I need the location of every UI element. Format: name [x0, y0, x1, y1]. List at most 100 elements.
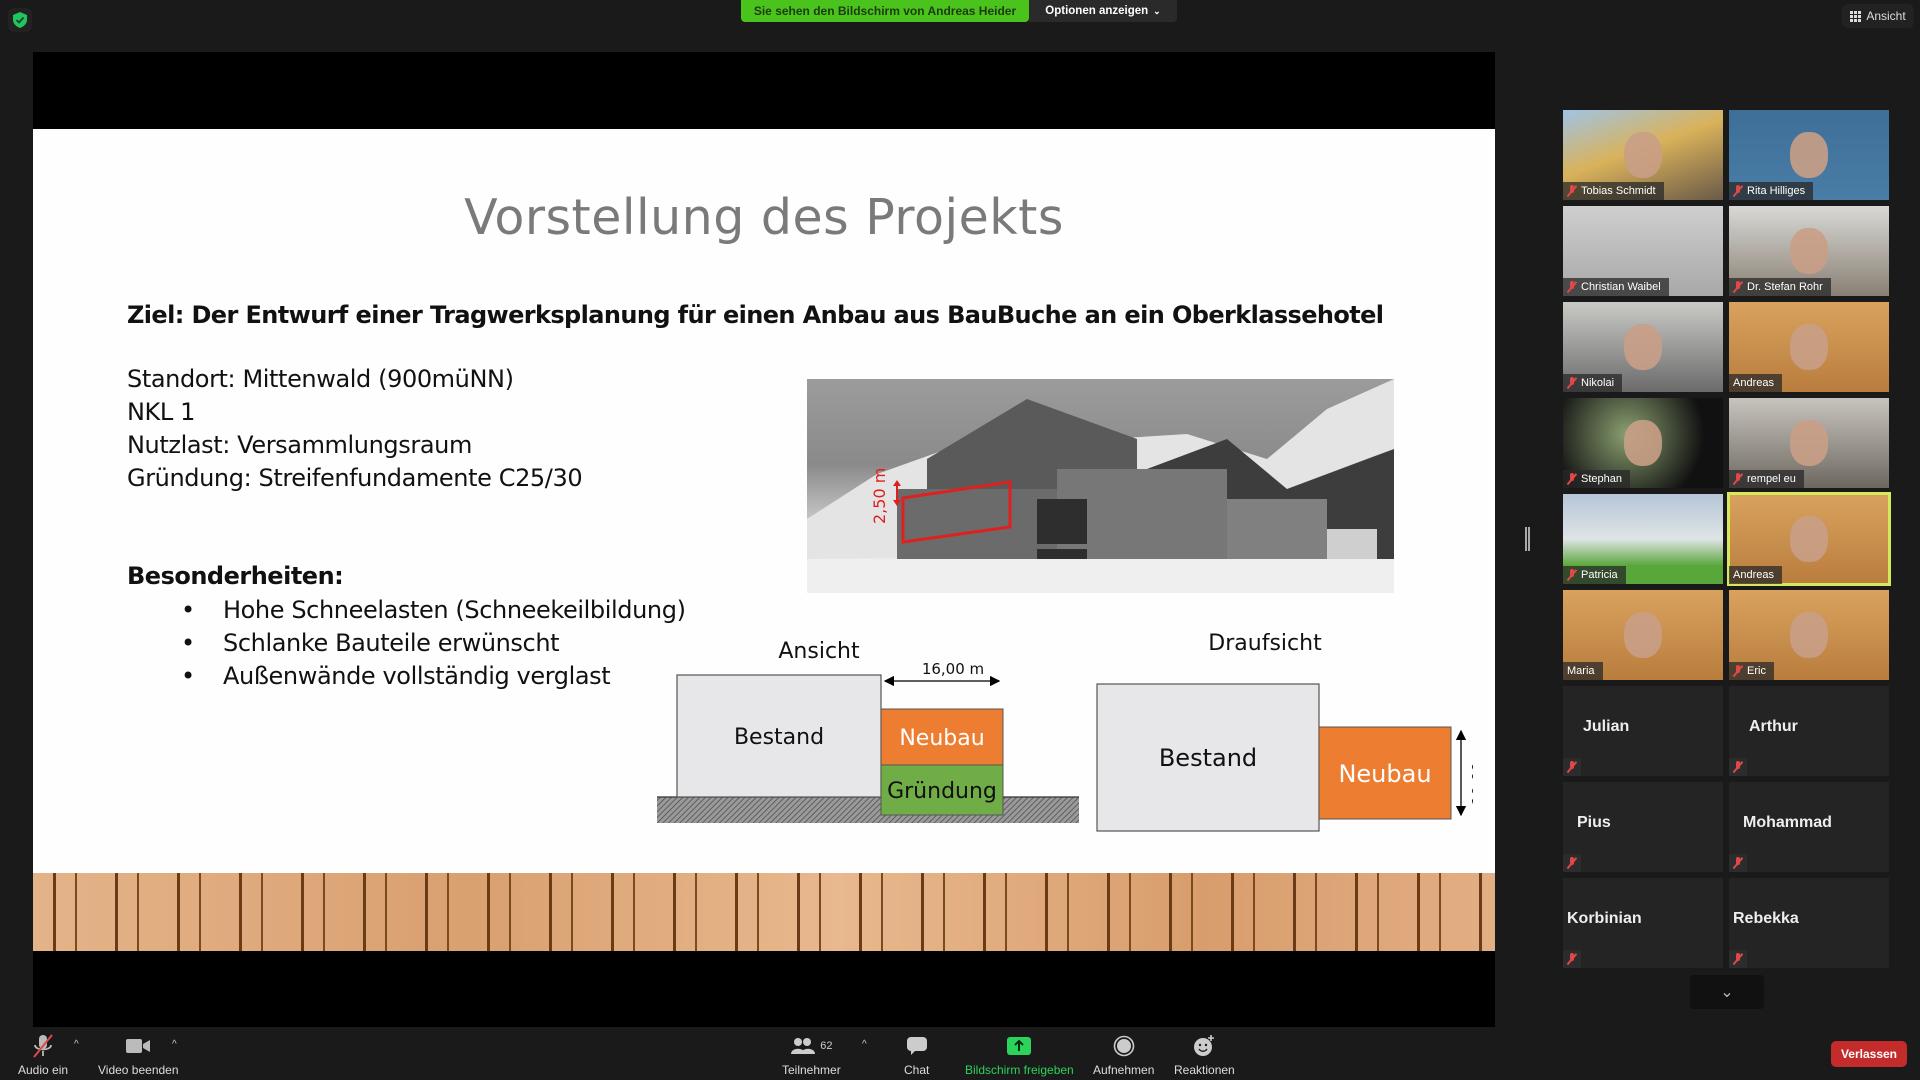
- participant-video: [1790, 132, 1828, 178]
- view-label: Ansicht: [1866, 9, 1906, 23]
- participant-tile[interactable]: Mohammad: [1729, 782, 1889, 872]
- participant-name: Julian: [1583, 718, 1630, 735]
- participants-button[interactable]: 62 Teilnehmer: [782, 1033, 841, 1077]
- participant-name-label: Patricia: [1563, 566, 1626, 584]
- participant-tile[interactable]: Christian Waibel: [1563, 206, 1723, 296]
- audio-button[interactable]: Audio ein: [18, 1033, 68, 1077]
- participant-tile[interactable]: Maria: [1563, 590, 1723, 680]
- slide-goal: Ziel: Der Entwurf einer Tragwerksplanung…: [127, 301, 1384, 329]
- microphone-muted-icon: [30, 1033, 56, 1059]
- participant-tile[interactable]: Julian: [1563, 686, 1723, 776]
- microphone-muted-icon: [1567, 377, 1577, 389]
- participants-label: Teilnehmer: [782, 1063, 841, 1077]
- participant-name: Tobias Schmidt: [1581, 185, 1656, 197]
- participant-name-label: Stephan: [1563, 470, 1630, 488]
- participant-tile[interactable]: Patricia: [1563, 494, 1723, 584]
- participant-tile[interactable]: Eric: [1729, 590, 1889, 680]
- chevron-down-icon: ⌄: [1153, 5, 1161, 16]
- participant-name-label: Tobias Schmidt: [1563, 182, 1664, 200]
- participant-tile[interactable]: Rebekka: [1729, 878, 1889, 968]
- participant-name: Dr. Stefan Rohr: [1747, 281, 1823, 293]
- participant-name: Andreas: [1733, 377, 1774, 389]
- bullet-item: Hohe Schneelasten (Schneekeilbildung): [181, 594, 686, 627]
- panel-resize-handle[interactable]: [1525, 527, 1530, 551]
- record-icon: [1113, 1033, 1135, 1059]
- security-shield-icon[interactable]: [8, 8, 32, 32]
- participant-name: Rebekka: [1733, 910, 1799, 927]
- participant-name: Eric: [1747, 665, 1766, 677]
- participant-tile[interactable]: Rita Hilliges: [1729, 110, 1889, 200]
- participant-name: rempel eu: [1747, 473, 1796, 485]
- microphone-muted-icon: [1733, 281, 1743, 293]
- audio-options-caret[interactable]: ^: [74, 1039, 79, 1050]
- fact-foundation: Gründung: Streifenfundamente C25/30: [127, 464, 583, 492]
- participant-video: [1790, 324, 1828, 370]
- record-label: Aufnehmen: [1093, 1063, 1155, 1077]
- participant-name: Nikolai: [1581, 377, 1615, 389]
- view-options-button[interactable]: Optionen anzeigen ⌄: [1029, 0, 1177, 22]
- view-options-label: Optionen anzeigen: [1045, 5, 1149, 17]
- video-label: Video beenden: [98, 1063, 179, 1077]
- participant-name-label: rempel eu: [1729, 470, 1804, 488]
- video-camera-icon: [125, 1033, 151, 1059]
- view-button[interactable]: Ansicht: [1842, 4, 1914, 28]
- participant-tile[interactable]: Nikolai: [1563, 302, 1723, 392]
- participant-tile[interactable]: Korbinian: [1563, 878, 1723, 968]
- share-screen-button[interactable]: Bildschirm freigeben: [965, 1033, 1074, 1077]
- participant-tile[interactable]: Dr. Stefan Rohr: [1729, 206, 1889, 296]
- participant-name-label: Christian Waibel: [1563, 278, 1669, 296]
- participant-name: Pius: [1577, 814, 1611, 831]
- grid-icon: [1850, 10, 1862, 22]
- participant-tile[interactable]: Andreas: [1729, 302, 1889, 392]
- participant-tile[interactable]: rempel eu: [1729, 398, 1889, 488]
- microphone-muted-icon: [1729, 854, 1747, 872]
- participants-options-caret[interactable]: ^: [862, 1039, 867, 1050]
- participant-name: Stephan: [1581, 473, 1622, 485]
- screen-share-banner: Sie sehen den Bildschirm von Andreas Hei…: [741, 0, 1029, 22]
- participant-video: [1790, 516, 1828, 562]
- microphone-muted-icon: [1567, 473, 1577, 485]
- video-options-caret[interactable]: ^: [172, 1039, 177, 1050]
- participant-tile[interactable]: Arthur: [1729, 686, 1889, 776]
- participant-name: Korbinian: [1567, 910, 1642, 927]
- participant-tile[interactable]: Tobias Schmidt: [1563, 110, 1723, 200]
- participant-name-label: Nikolai: [1563, 374, 1623, 392]
- project-facts: Standort: Mittenwald (900müNN) NKL 1 Nut…: [127, 363, 583, 495]
- microphone-muted-icon: [1733, 665, 1743, 677]
- wood-texture-footer: [33, 873, 1495, 951]
- presentation-slide: Vorstellung des Projekts Ziel: Der Entwu…: [33, 129, 1495, 951]
- share-screen-label: Bildschirm freigeben: [965, 1063, 1074, 1077]
- plan-existing-label: Bestand: [1159, 744, 1257, 772]
- participant-tile[interactable]: Pius: [1563, 782, 1723, 872]
- participant-video: [1624, 612, 1662, 658]
- chat-button[interactable]: Chat: [904, 1033, 929, 1077]
- hotel-photo: 2,50 m: [807, 379, 1394, 593]
- participant-name-label: Andreas: [1729, 374, 1782, 392]
- slide-title: Vorstellung des Projekts: [464, 189, 1064, 246]
- participant-tile[interactable]: Andreas: [1727, 492, 1891, 586]
- gallery-scroll-down-button[interactable]: ⌄: [1690, 975, 1764, 1009]
- bullet-item: Schlanke Bauteile erwünscht: [181, 627, 686, 660]
- chevron-down-icon: ⌄: [1720, 984, 1734, 1001]
- participant-name-label: Dr. Stefan Rohr: [1729, 278, 1831, 296]
- record-button[interactable]: Aufnehmen: [1093, 1033, 1154, 1077]
- participant-tile[interactable]: Stephan: [1563, 398, 1723, 488]
- audio-label: Audio ein: [18, 1063, 69, 1077]
- ground-hatch: [657, 797, 1079, 823]
- width-dimension-label: 16,00 m: [922, 660, 984, 678]
- participants-icon: [791, 1038, 816, 1054]
- participant-name: Christian Waibel: [1581, 281, 1661, 293]
- plan-new-label: Neubau: [1338, 760, 1431, 788]
- share-screen-icon: [1007, 1033, 1032, 1059]
- microphone-muted-icon: [1567, 281, 1577, 293]
- plan-title: Draufsicht: [1208, 631, 1322, 656]
- bullet-item: Außenwände vollständig verglast: [181, 660, 686, 693]
- fact-live-load: Nutzlast: Versammlungsraum: [127, 431, 472, 459]
- participant-name: Patricia: [1581, 569, 1618, 581]
- fact-service-class: NKL 1: [127, 398, 195, 426]
- video-button[interactable]: Video beenden: [98, 1033, 179, 1077]
- leave-meeting-button[interactable]: Verlassen: [1831, 1041, 1907, 1067]
- height-dimension-label: 10,00 m: [1469, 743, 1473, 805]
- reactions-button[interactable]: Reaktionen: [1174, 1033, 1235, 1077]
- participant-name: Andreas: [1733, 569, 1774, 581]
